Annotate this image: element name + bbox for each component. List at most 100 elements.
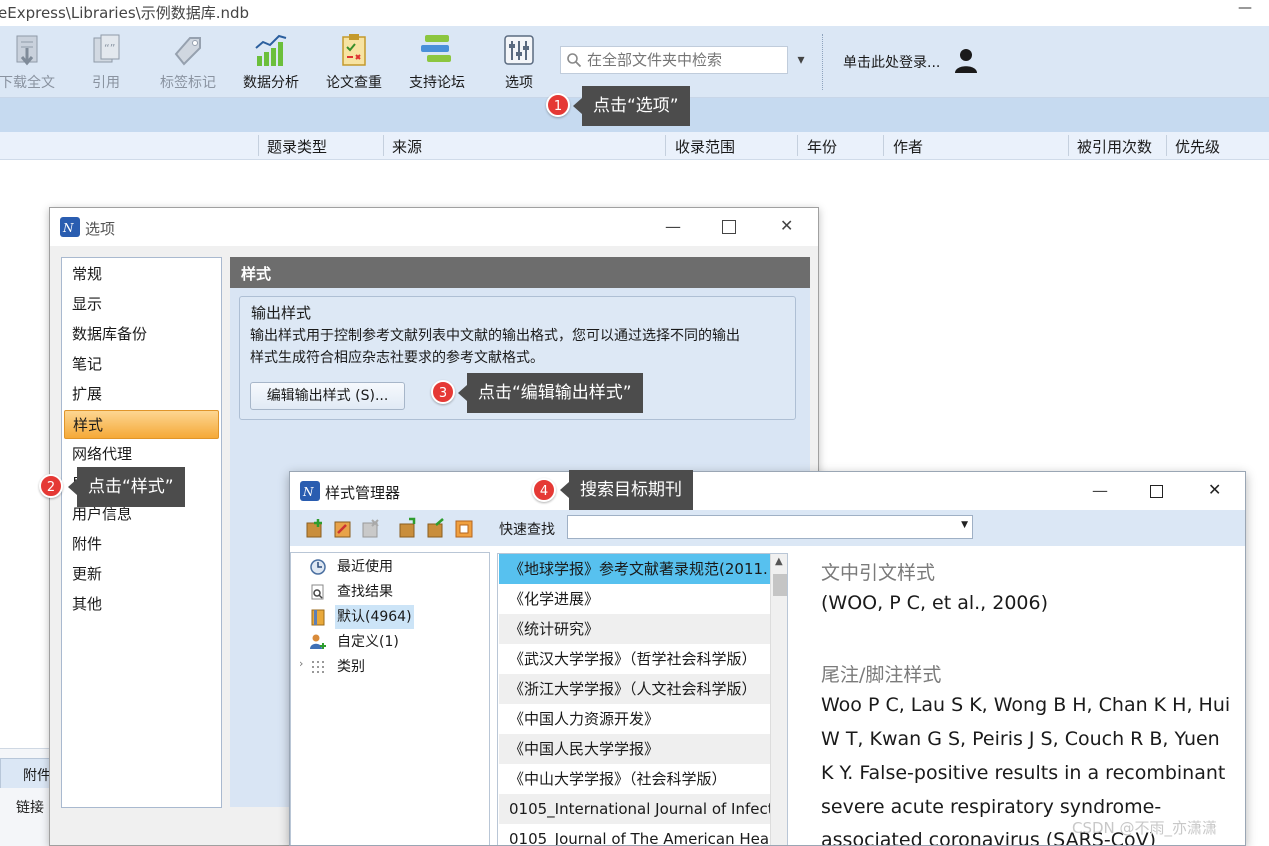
import-style-icon[interactable] (397, 517, 419, 539)
style-manager-minimize-button[interactable]: — (1092, 481, 1108, 500)
column-reference-type[interactable]: 题录类型 (267, 136, 327, 157)
callout-step-2: 点击“样式” (68, 467, 185, 507)
options-item-extensions[interactable]: 扩展 (64, 380, 219, 409)
journal-list-scrollbar[interactable]: ▲ (770, 554, 787, 845)
journal-item[interactable]: 《中国人民大学学报》 (499, 734, 770, 764)
journal-item[interactable]: 《中山大学学报》（社会科学版） (499, 764, 770, 794)
column-separator (883, 135, 884, 156)
journal-style-list: 《地球学报》参考文献著录规范(2011. 《化学进展》 《统计研究》 《武汉大学… (497, 553, 788, 845)
journal-item[interactable]: 《统计研究》 (499, 614, 770, 644)
search-input[interactable] (587, 50, 783, 70)
download-fulltext-button[interactable]: 下载全文 (0, 26, 66, 98)
minimize-button[interactable]: — (1238, 0, 1252, 18)
options-dialog-title: 选项 (85, 220, 116, 238)
output-style-group-title: 输出样式 (249, 302, 314, 323)
user-icon[interactable] (954, 47, 978, 73)
export-style-icon[interactable] (425, 517, 447, 539)
column-separator (665, 135, 666, 156)
column-source[interactable]: 来源 (392, 136, 422, 157)
column-separator (258, 135, 259, 156)
reference-list-header: 题录类型 来源 收录范围 年份 作者 被引用次数 优先级 (0, 132, 1269, 160)
chevron-down-icon[interactable]: ▼ (961, 520, 968, 530)
quick-find-input[interactable] (571, 518, 951, 536)
new-style-icon[interactable] (304, 517, 326, 539)
journal-item[interactable]: 《中国人力资源开发》 (499, 704, 770, 734)
style-manager-titlebar: N 样式管理器 — ✕ (290, 472, 1245, 510)
watermark: CSDN @不雨_亦潇潇 (1072, 819, 1218, 837)
callout-badge-3: 3 (431, 380, 455, 404)
options-item-proxy[interactable]: 网络代理 (64, 440, 219, 469)
journal-item[interactable]: 《化学进展》 (499, 584, 770, 614)
cite-button[interactable]: “” 引用 (67, 26, 145, 98)
scrollbar-thumb[interactable] (773, 574, 787, 596)
edit-output-style-button[interactable]: 编辑输出样式 (S)... (250, 382, 405, 410)
quick-find-combobox[interactable]: ▼ (567, 515, 973, 539)
column-separator (383, 135, 384, 156)
callout-badge-2: 2 (39, 474, 63, 498)
library-search-box[interactable] (560, 46, 788, 74)
intext-citation-heading: 文中引文样式 (821, 562, 936, 584)
search-dropdown-chevron-icon[interactable]: ▾ (788, 46, 814, 74)
options-category-list: 常规 显示 数据库备份 笔记 扩展 样式 网络代理 导入 用户信息 附件 更新 … (61, 257, 222, 808)
options-item-general[interactable]: 常规 (64, 260, 219, 289)
callout-step-3: 点击“编辑输出样式” (458, 373, 643, 413)
user-add-icon (310, 634, 326, 649)
journal-item[interactable]: 《浙江大学学报》（人文社会科学版） (499, 674, 770, 704)
plagiarism-check-icon (342, 34, 366, 66)
options-minimize-button[interactable]: — (665, 217, 681, 236)
options-item-backup[interactable]: 数据库备份 (64, 320, 219, 349)
options-close-button[interactable]: ✕ (780, 216, 793, 235)
journal-item[interactable]: 《武汉大学学报》（哲学社会科学版） (499, 644, 770, 674)
tab-attachments[interactable]: 附件 (0, 758, 56, 788)
tree-expand-chevron-icon[interactable]: › (299, 657, 303, 670)
footnote-example-line: W T, Kwan G S, Peiris J S, Couch R B, Yu… (821, 728, 1220, 750)
tag-label: 标签标记 (160, 75, 216, 91)
column-coverage[interactable]: 收录范围 (675, 136, 735, 157)
download-fulltext-icon (16, 35, 38, 66)
options-dialog-titlebar: N 选项 — ✕ (50, 208, 818, 246)
forum-button[interactable]: 支持论坛 (398, 26, 476, 98)
options-item-display[interactable]: 显示 (64, 290, 219, 319)
options-maximize-button[interactable] (722, 220, 736, 234)
tag-button[interactable]: 标签标记 (149, 26, 227, 98)
search-icon (567, 53, 582, 68)
options-item-attachments[interactable]: 附件 (64, 530, 219, 559)
style-manager-maximize-button[interactable] (1150, 485, 1163, 498)
delete-style-icon[interactable] (360, 517, 382, 539)
plagiarism-check-button[interactable]: 论文查重 (315, 26, 393, 98)
svg-text:N: N (62, 221, 74, 235)
column-year[interactable]: 年份 (807, 136, 837, 157)
tree-item-label: 类别 (337, 659, 365, 675)
options-button[interactable]: 选项 (480, 26, 558, 98)
journal-item[interactable]: 0105_International Journal of Infect (499, 794, 770, 824)
edit-style-icon[interactable] (332, 517, 354, 539)
noteexpress-app-icon: N (60, 217, 80, 237)
options-item-other[interactable]: 其他 (64, 590, 219, 619)
forum-label: 支持论坛 (409, 75, 465, 91)
data-analysis-button[interactable]: 数据分析 (232, 26, 310, 98)
column-author[interactable]: 作者 (893, 136, 923, 157)
style-properties-icon[interactable] (453, 517, 475, 539)
scroll-up-arrow-icon[interactable]: ▲ (775, 556, 783, 567)
tree-item-label: 自定义(1) (337, 634, 399, 650)
noteexpress-app-icon: N (300, 481, 320, 501)
style-manager-close-button[interactable]: ✕ (1208, 480, 1221, 499)
column-citation-count[interactable]: 被引用次数 (1077, 136, 1152, 157)
options-section-header: 样式 (230, 257, 810, 288)
journal-item[interactable]: 《地球学报》参考文献著录规范(2011. (499, 554, 770, 584)
forum-icon (421, 35, 451, 62)
login-link[interactable]: 单击此处登录... (843, 52, 940, 72)
column-separator (797, 135, 798, 156)
options-item-update[interactable]: 更新 (64, 560, 219, 589)
footnote-example-line: K Y. False-positive results in a recombi… (821, 762, 1226, 784)
category-icon (312, 661, 324, 673)
column-priority[interactable]: 优先级 (1175, 136, 1220, 157)
toolbar-separator (822, 34, 823, 90)
style-preview-panel: 文中引文样式 (WOO, P C, et al., 2006) 尾注/脚注样式 … (810, 554, 1245, 845)
footnote-style-heading: 尾注/脚注样式 (821, 664, 942, 686)
options-icon (504, 35, 534, 65)
options-item-notes[interactable]: 笔记 (64, 350, 219, 379)
journal-item[interactable]: 0105_Journal of The American Heart (499, 824, 770, 845)
window-title: eExpress\Libraries\示例数据库.ndb (0, 4, 250, 22)
options-item-style[interactable]: 样式 (64, 410, 219, 439)
